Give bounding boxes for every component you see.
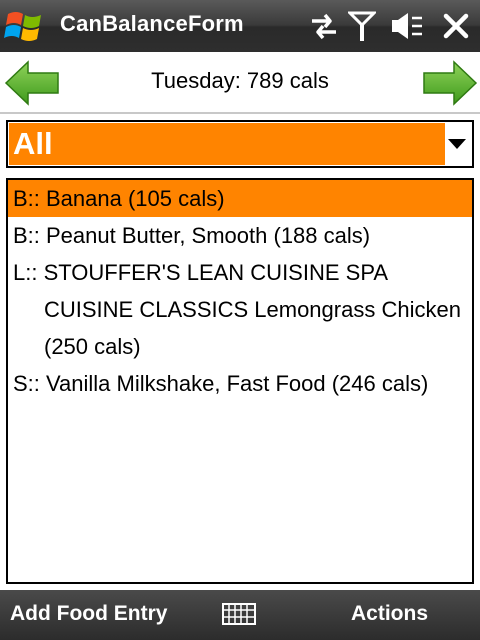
windows-start-logo[interactable] <box>4 6 46 46</box>
dropdown-arrow-icon[interactable] <box>448 139 466 149</box>
day-summary: Tuesday: 789 cals <box>151 68 329 93</box>
food-entry-list[interactable]: B:: Banana (105 cals) B:: Peanut Butter,… <box>6 178 474 584</box>
softkey-bar: Add Food Entry Actions <box>0 590 480 640</box>
list-item[interactable]: L:: STOUFFER'S LEAN CUISINE SPA CUISINE … <box>8 254 472 365</box>
right-arrow-icon[interactable] <box>422 60 478 106</box>
list-item[interactable]: B:: Banana (105 cals) <box>8 180 472 217</box>
meal-filter-dropdown[interactable]: All <box>6 120 474 168</box>
divider <box>0 112 480 114</box>
list-item[interactable]: S:: Vanilla Milkshake, Fast Food (246 ca… <box>8 365 472 402</box>
actions-button[interactable]: Actions <box>351 602 428 626</box>
app-title: CanBalanceForm <box>60 11 244 36</box>
connectivity-icon[interactable] <box>308 10 340 42</box>
list-item[interactable]: B:: Peanut Butter, Smooth (188 cals) <box>8 217 472 254</box>
add-food-entry-button[interactable]: Add Food Entry <box>10 602 167 626</box>
signal-icon[interactable] <box>348 10 376 42</box>
volume-muted-icon[interactable] <box>390 10 424 42</box>
day-navigation: Tuesday: 789 cals <box>0 52 480 112</box>
title-bar: CanBalanceForm <box>0 0 480 52</box>
dropdown-selected-value: All <box>9 123 445 165</box>
keyboard-icon[interactable] <box>222 603 256 625</box>
close-icon[interactable] <box>442 10 470 42</box>
